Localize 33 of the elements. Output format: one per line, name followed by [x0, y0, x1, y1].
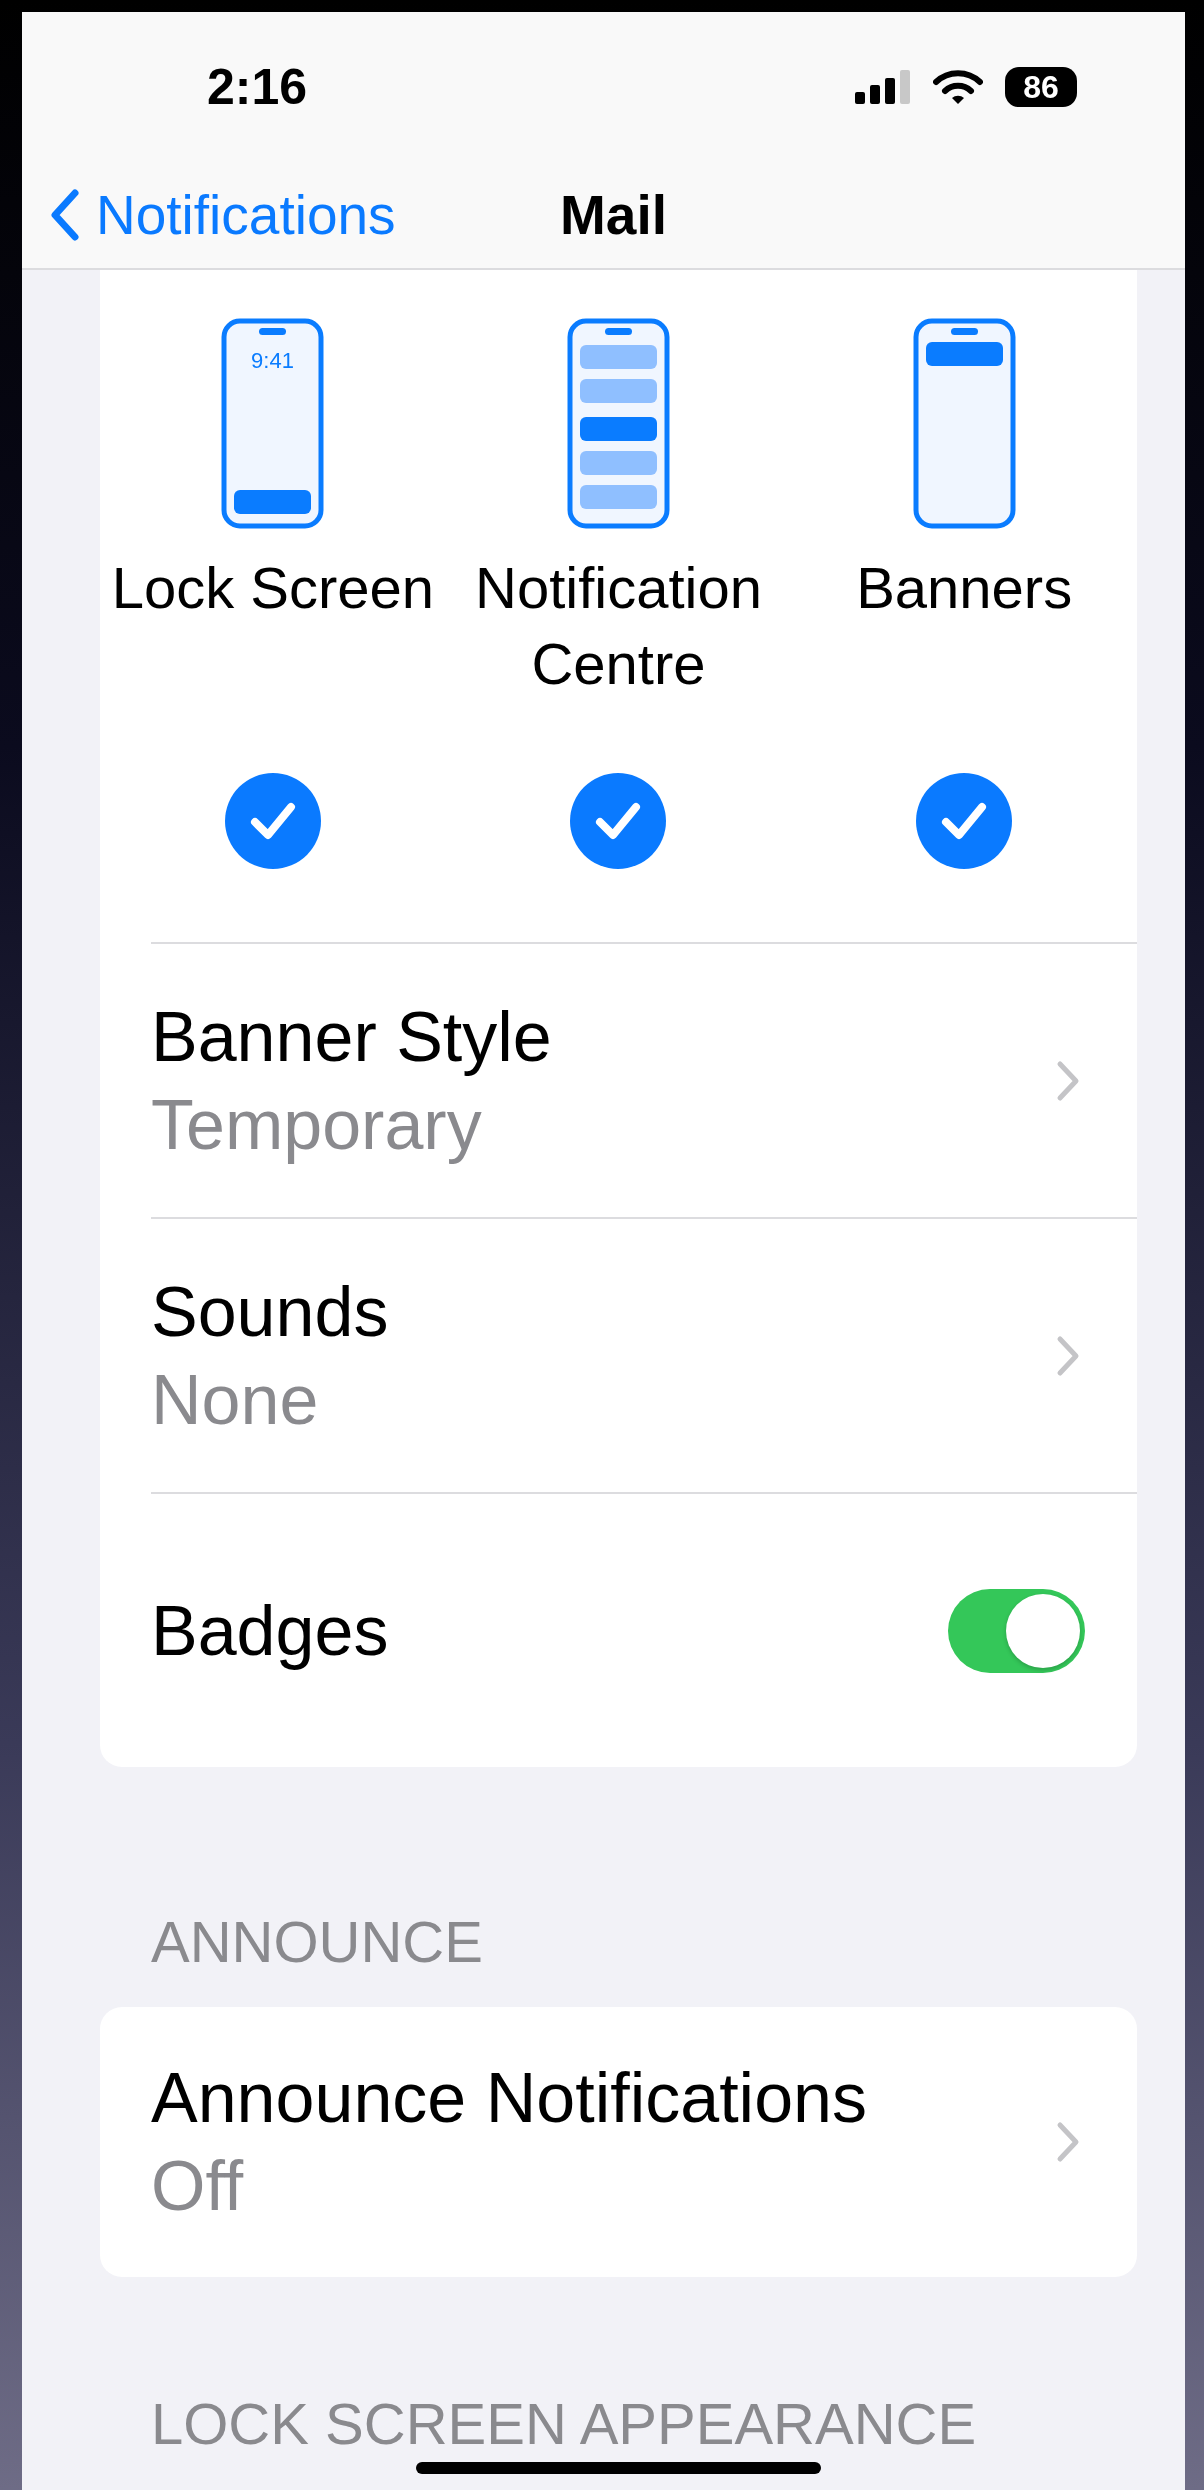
alert-style-label: Lock Screen — [110, 554, 436, 622]
back-chevron-icon — [50, 189, 80, 241]
page-title: Mail — [559, 183, 667, 247]
preview-time: 9:41 — [251, 348, 295, 373]
settings-row[interactable]: Banner Style Temporary — [151, 942, 1137, 1217]
section-header: LOCK SCREEN APPEARANCE — [151, 2393, 977, 2455]
phone-banner-drawing[interactable] — [912, 318, 1016, 529]
chevron-right-icon — [1056, 1059, 1080, 1102]
section-header: ANNOUNCE — [151, 1910, 483, 1974]
row-title: Announce Notifications — [151, 2058, 867, 2139]
checkmark-circle-icon[interactable] — [569, 772, 668, 870]
row-title: Banner Style — [151, 996, 552, 1078]
alert-style-label: Notification Centre — [474, 554, 763, 698]
row-value: None — [151, 1359, 320, 1441]
settings-row[interactable]: Announce Notifications Off — [151, 2007, 1137, 2277]
chevron-right-icon — [1056, 1334, 1080, 1377]
settings-row[interactable]: Badges — [151, 1492, 1137, 1767]
row-value: Temporary — [151, 1084, 483, 1166]
row-title: Badges — [151, 1590, 389, 1672]
phone-notification-list-drawing[interactable] — [567, 318, 670, 529]
checkmark-circle-icon[interactable] — [223, 772, 322, 870]
settings-row[interactable]: Sounds None — [151, 1217, 1137, 1492]
checkmark-circle-icon[interactable] — [915, 772, 1014, 870]
chevron-right-icon — [1056, 2121, 1080, 2163]
row-value: Off — [151, 2146, 245, 2227]
battery-indicator: 86 — [1005, 67, 1077, 107]
signal-icon — [855, 70, 911, 104]
status-time: 2:16 — [207, 58, 308, 116]
wifi-icon — [933, 69, 983, 105]
back-button[interactable]: Notifications — [50, 183, 396, 247]
phone-lock-screen-drawing[interactable]: 9:41 — [221, 318, 325, 529]
alert-style-label: Banners — [855, 554, 1074, 622]
row-title: Sounds — [151, 1271, 389, 1353]
